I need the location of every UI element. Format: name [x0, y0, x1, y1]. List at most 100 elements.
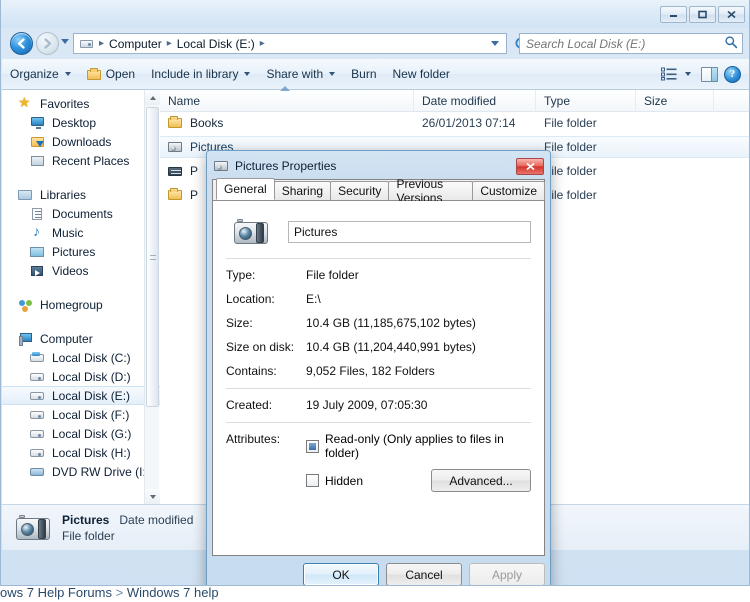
property-label: Size: [226, 316, 253, 330]
pictures-properties-dialog[interactable]: Pictures Properties General Sharing Securi… [206, 150, 551, 585]
sidebar-item-desktop[interactable]: Desktop [2, 113, 160, 132]
window-titlebar [1, 0, 749, 28]
created-label: Created: [226, 398, 273, 412]
address-dropdown-icon[interactable] [491, 41, 499, 46]
property-row: Location: E:\ [226, 292, 531, 306]
cancel-button[interactable]: Cancel [386, 563, 462, 585]
details-subtitle: File folder [62, 528, 115, 543]
videos-icon [30, 264, 46, 278]
view-layout-icon[interactable] [661, 67, 677, 81]
view-dropdown-icon[interactable] [685, 72, 691, 76]
maximize-button[interactable] [689, 6, 716, 23]
advanced-button[interactable]: Advanced... [431, 469, 531, 492]
hidden-attribute[interactable]: Hidden Advanced... [306, 469, 531, 492]
created-value: 19 July 2009, 07:05:30 [306, 398, 428, 412]
scroll-down-button[interactable] [145, 489, 160, 504]
sidebar-item-pictures[interactable]: Pictures [2, 242, 160, 261]
sidebar-group-header-homegroup[interactable]: Homegroup [2, 295, 160, 314]
include-in-library-button[interactable]: Include in library [143, 63, 258, 85]
folder-icon [168, 116, 184, 130]
breadcrumb-computer[interactable]: Computer [106, 36, 165, 52]
disk-icon [30, 370, 46, 384]
readonly-checkbox[interactable] [306, 439, 319, 453]
sidebar-item-label: DVD RW Drive (I:) [52, 464, 150, 479]
navigation-pane[interactable]: Favorites Desktop Downloads Recent Places Li… [2, 90, 160, 504]
sidebar-item-label: Local Disk (G:) [52, 426, 132, 441]
sidebar-item-label: Documents [52, 206, 113, 221]
readonly-label: Read-only (Only applies to files in fold… [325, 432, 504, 460]
background-breadcrumb-a[interactable]: ows 7 Help Forums [0, 586, 112, 600]
file-name-cell: Books [160, 116, 414, 130]
property-list: Type: File folder Location: E:\ Size: 10.4 GB… [226, 268, 531, 378]
ok-button[interactable]: OK [303, 563, 379, 585]
sidebar-item-local-disk-c[interactable]: Local Disk (C:) [2, 348, 160, 367]
background-breadcrumb-sep: > [111, 586, 127, 600]
readonly-attribute[interactable]: Read-only (Only applies to files in fold… [306, 432, 531, 460]
search-box[interactable] [519, 33, 743, 54]
dialog-titlebar[interactable]: Pictures Properties [211, 155, 546, 177]
tab-general[interactable]: General [216, 178, 275, 200]
sidebar-group-header-libraries[interactable]: Libraries [2, 185, 160, 204]
property-label: Type: [226, 268, 256, 282]
share-with-button[interactable]: Share with [258, 63, 343, 85]
search-icon [724, 35, 738, 52]
search-input[interactable] [524, 35, 720, 52]
back-button[interactable] [10, 32, 33, 55]
minimize-button[interactable] [660, 6, 687, 23]
hidden-label: Hidden [325, 473, 364, 488]
column-header-size[interactable]: Size [636, 89, 714, 112]
tab-security[interactable]: Security [330, 181, 390, 200]
sidebar-group-header-computer[interactable]: Computer [2, 329, 160, 348]
divider [226, 258, 531, 259]
help-button[interactable]: ? [724, 65, 741, 83]
sidebar-item-local-disk-h[interactable]: Local Disk (H:) [2, 443, 160, 462]
navigation-scrollbar[interactable] [144, 90, 160, 504]
sidebar-item-local-disk-e[interactable]: Local Disk (E:) [2, 386, 160, 405]
table-row[interactable]: Books 26/01/2013 07:14 File folder [160, 112, 749, 134]
sidebar-item-documents[interactable]: Documents [2, 204, 160, 223]
tab-sharing[interactable]: Sharing [273, 181, 332, 200]
background-breadcrumb-b[interactable]: Windows 7 help [127, 586, 219, 600]
sidebar-item-downloads[interactable]: Downloads [2, 132, 160, 151]
preview-pane-icon[interactable] [701, 66, 718, 82]
sidebar-item-music[interactable]: Music [2, 223, 160, 242]
column-header-date-modified[interactable]: Date modified [414, 89, 536, 112]
sidebar-item-dvd-rw-drive-i[interactable]: DVD RW Drive (I:) [2, 462, 160, 481]
homegroup-icon [18, 298, 34, 312]
sidebar-item-videos[interactable]: Videos [2, 261, 160, 280]
burn-label: Burn [351, 67, 377, 81]
music-icon [30, 223, 46, 240]
sidebar-group-header-favorites[interactable]: Favorites [2, 94, 160, 113]
forward-button[interactable] [36, 32, 59, 55]
dialog-tabstrip: General Sharing Security Previous Versions C… [213, 177, 545, 205]
file-date-cell: 26/01/2013 07:14 [422, 116, 516, 130]
sidebar-item-local-disk-g[interactable]: Local Disk (G:) [2, 424, 160, 443]
close-button[interactable] [718, 6, 745, 23]
sidebar-item-recent-places[interactable]: Recent Places [2, 151, 160, 170]
tab-previous-versions[interactable]: Previous Versions [388, 177, 474, 205]
open-button[interactable]: Open [79, 63, 143, 85]
address-bar[interactable]: ▸ Computer ▸ Local Disk (E:) ▸ [73, 33, 507, 54]
scrollbar-thumb[interactable] [146, 107, 159, 407]
dialog-frame: Pictures Properties General Sharing Securi… [207, 151, 550, 585]
dialog-close-button[interactable] [516, 157, 544, 175]
organize-button[interactable]: Organize [2, 63, 79, 85]
sidebar-item-local-disk-d[interactable]: Local Disk (D:) [2, 367, 160, 386]
column-header-type-label: Type [544, 93, 571, 108]
history-dropdown-icon[interactable] [61, 39, 69, 44]
column-header-name[interactable]: Name [160, 85, 414, 112]
folder-name-input[interactable] [288, 221, 531, 243]
column-header-type[interactable]: Type [536, 89, 636, 112]
burn-button[interactable]: Burn [343, 63, 384, 85]
attributes-row: Attributes: Read-only (Only applies to f… [226, 432, 531, 501]
new-folder-button[interactable]: New folder [385, 63, 458, 85]
tab-customize[interactable]: Customize [472, 181, 545, 200]
downloads-icon [30, 135, 46, 149]
breadcrumb-local-disk-e[interactable]: Local Disk (E:) [174, 36, 258, 52]
sidebar-item-local-disk-f[interactable]: Local Disk (F:) [2, 405, 160, 424]
scroll-up-button[interactable] [145, 90, 160, 105]
computer-crumb-icon [79, 37, 95, 51]
hidden-checkbox[interactable] [306, 474, 319, 487]
